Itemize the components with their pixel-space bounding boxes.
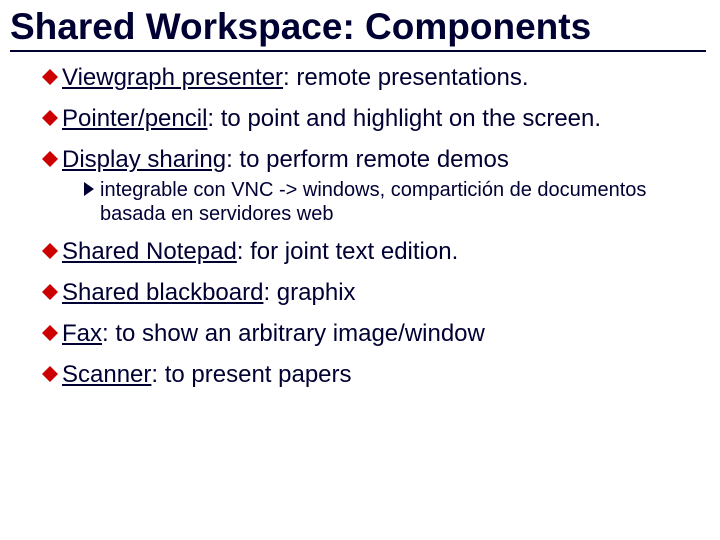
- diamond-icon: [42, 325, 58, 341]
- list-item: Display sharing: to perform remote demos: [42, 145, 706, 175]
- bullet-desc: : remote presentations.: [283, 64, 528, 91]
- bullet-desc: : to point and highlight on the screen.: [207, 105, 601, 132]
- list-item: Fax: to show an arbitrary image/window: [42, 319, 706, 349]
- list-item: Scanner: to present papers: [42, 360, 706, 390]
- bullet-text: Pointer/pencil: to point and highlight o…: [62, 104, 706, 134]
- page-title: Shared Workspace: Components: [10, 6, 706, 52]
- bullet-text: Display sharing: to perform remote demos: [62, 145, 706, 175]
- bullet-term: Fax: [62, 320, 102, 347]
- bullet-term: Shared Notepad: [62, 238, 237, 265]
- diamond-icon: [42, 366, 58, 382]
- list-item: Viewgraph presenter: remote presentation…: [42, 63, 706, 93]
- bullet-text: Viewgraph presenter: remote presentation…: [62, 63, 706, 93]
- list-item: Shared Notepad: for joint text edition.: [42, 237, 706, 267]
- diamond-icon: [42, 110, 58, 126]
- diamond-icon: [42, 284, 58, 300]
- bullet-term: Pointer/pencil: [62, 105, 207, 132]
- sub-bullet-text: integrable con VNC -> windows, compartic…: [100, 178, 706, 226]
- bullet-text: Shared blackboard: graphix: [62, 278, 706, 308]
- bullet-desc: : to perform remote demos: [226, 146, 509, 173]
- sub-list-item: integrable con VNC -> windows, compartic…: [84, 178, 706, 226]
- list-item: Shared blackboard: graphix: [42, 278, 706, 308]
- bullet-text: Scanner: to present papers: [62, 360, 706, 390]
- diamond-icon: [42, 151, 58, 167]
- bullet-term: Viewgraph presenter: [62, 64, 283, 91]
- diamond-icon: [42, 69, 58, 85]
- bullet-text: Shared Notepad: for joint text edition.: [62, 237, 706, 267]
- list-item: Pointer/pencil: to point and highlight o…: [42, 104, 706, 134]
- slide: Shared Workspace: Components Viewgraph p…: [0, 0, 720, 400]
- triangle-icon: [84, 182, 96, 196]
- bullet-desc: : graphix: [263, 279, 355, 306]
- bullet-desc: : to present papers: [151, 361, 351, 388]
- bullet-term: Display sharing: [62, 146, 226, 173]
- bullet-term: Shared blackboard: [62, 279, 263, 306]
- diamond-icon: [42, 243, 58, 259]
- bullet-desc: : for joint text edition.: [237, 238, 458, 265]
- bullet-term: Scanner: [62, 361, 151, 388]
- bullet-desc: : to show an arbitrary image/window: [102, 320, 485, 347]
- bullet-text: Fax: to show an arbitrary image/window: [62, 319, 706, 349]
